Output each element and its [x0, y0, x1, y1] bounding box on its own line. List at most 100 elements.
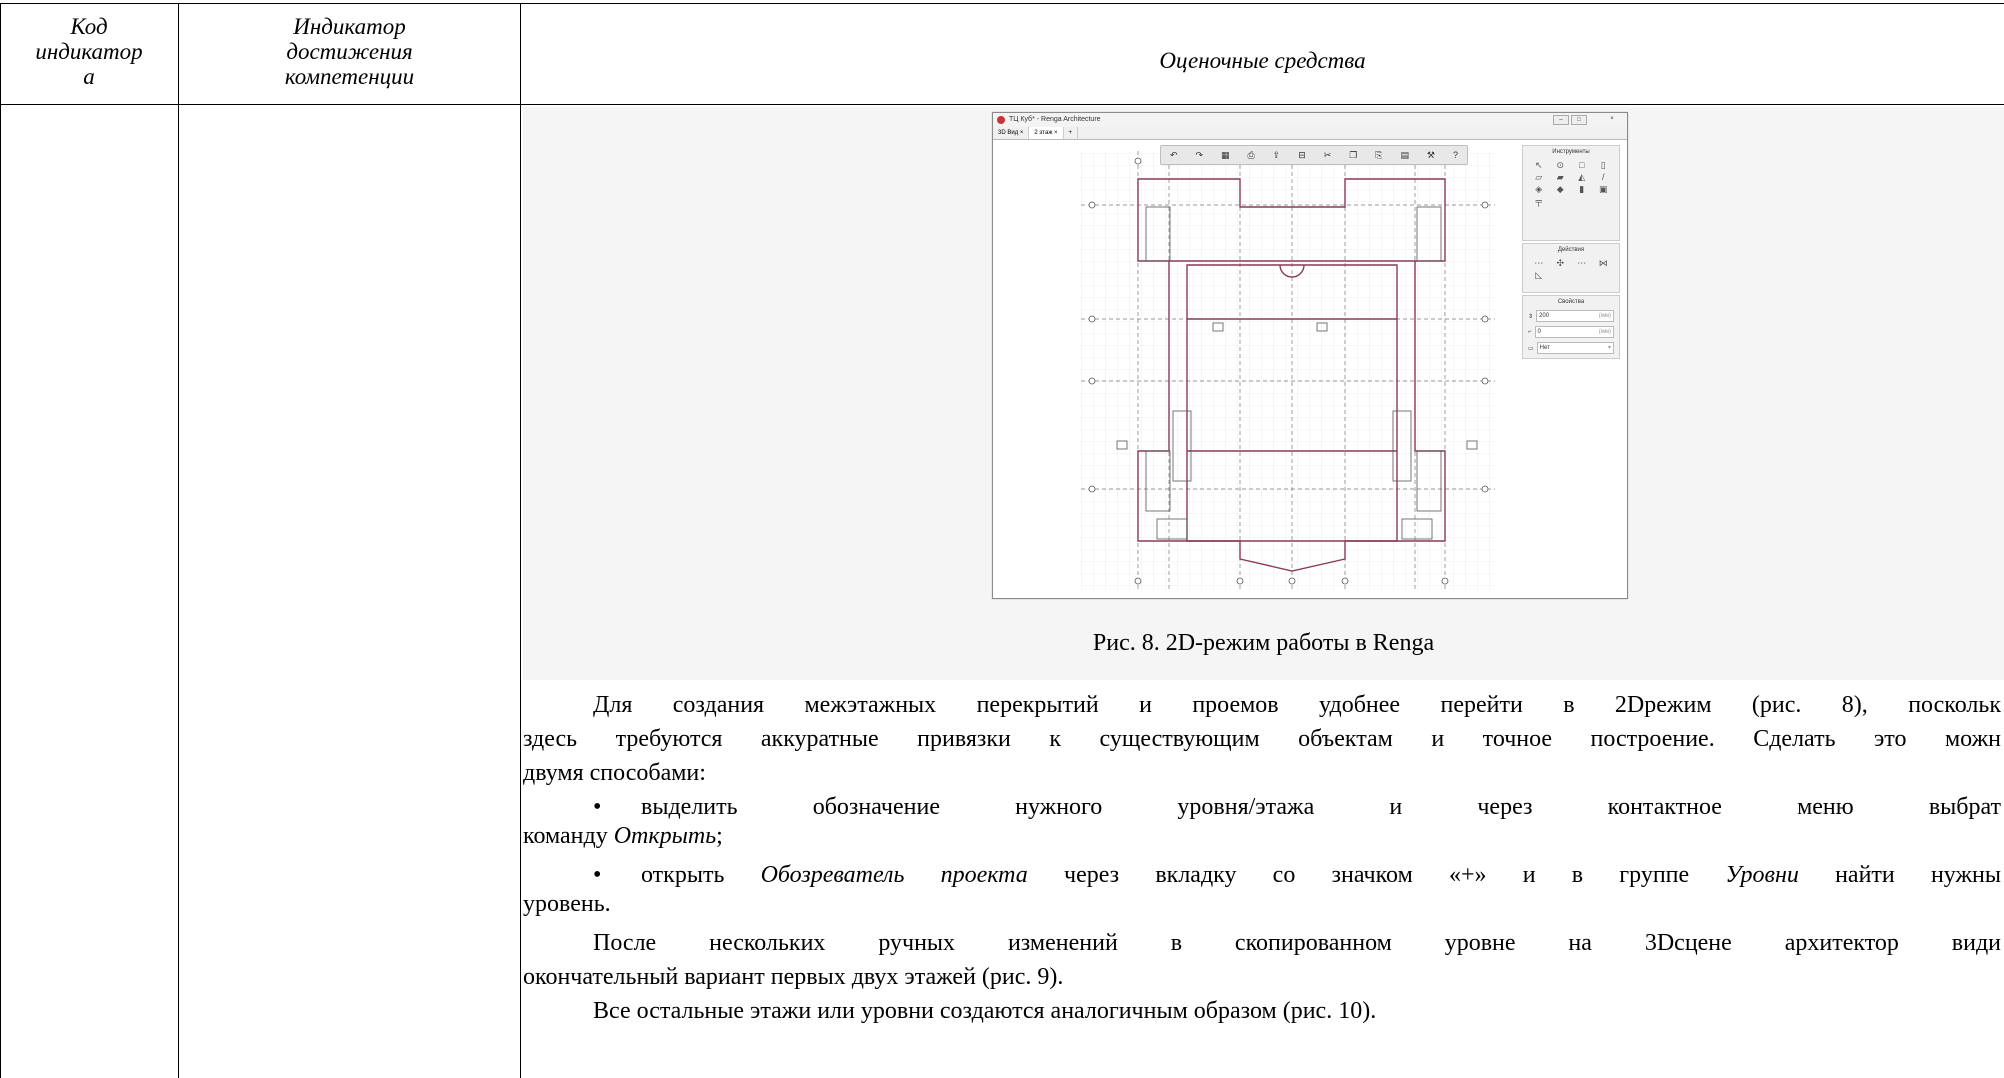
paragraph-line: После нескольких ручных изменений в скоп…: [593, 930, 2001, 956]
quick-toolbar: ↶ ↷ ▦ ⎙ ⇪ ⊟ ✂ ❐ ⎘ ▤ ⚒ ?: [1160, 145, 1468, 165]
undo-icon: ↶: [1169, 149, 1178, 160]
tab-add: +: [1064, 127, 1079, 139]
list-item-continued: уровень.: [523, 892, 611, 916]
window-title: ТЦ Куб* - Renga Architecture: [1009, 116, 1101, 123]
material-value: Нет: [1539, 345, 1550, 351]
paste-icon: ⎘: [1375, 149, 1383, 160]
list-item-text: открыть: [641, 862, 761, 888]
door-icon: ▮: [1579, 184, 1585, 194]
material-icon: ▭: [1528, 345, 1534, 352]
drawing-canvas: ↶ ↷ ▦ ⎙ ⇪ ⊟ ✂ ❐ ⎘ ▤ ⚒ ? Инструменты ↖ ⊙ …: [997, 141, 1621, 593]
view-icon: ▤: [1400, 149, 1409, 160]
paragraph-line: двумя способами:: [523, 760, 706, 786]
actions-panel-title: Действия: [1557, 247, 1585, 253]
table-left-border: [0, 3, 1, 1078]
chevron-down-icon: ▾: [1607, 345, 1611, 351]
list-item: • выделить обозначение нужного уровня/эта…: [523, 790, 2001, 824]
export-icon: ⇪: [1272, 149, 1281, 160]
header-indicator-line: достижения: [286, 39, 413, 64]
select-icon: ↖: [1534, 160, 1543, 170]
figure-caption: Рис. 8. 2D-режим работы в Renga: [1092, 630, 1435, 656]
header-code-line: Код: [70, 14, 108, 39]
redo-icon: ↷: [1195, 149, 1204, 160]
header-assessment: Оценочные средства: [1159, 48, 1366, 73]
tab-floor-2: 2 этаж ×: [1029, 127, 1064, 139]
slab-icon: ▰: [1556, 172, 1564, 182]
list-item-text: выделить обозначение нужного уровня/этаж…: [641, 794, 2001, 820]
wrench-icon: ⚒: [1426, 149, 1435, 160]
table-header-border: [0, 104, 2004, 105]
wall-icon: ▱: [1535, 172, 1543, 182]
copy-array-icon: ⋯: [1577, 258, 1587, 268]
properties-panel: Свойства ⇕ 200 (мм) ⌐ 0 (мм) ▭ Нет ▾: [1522, 295, 1620, 359]
offset-field: 0 (мм): [1534, 326, 1614, 338]
header-code: Код индикатор а: [0, 14, 178, 89]
point-icon: ⊙: [1556, 160, 1565, 170]
list-item-continued: команду Открыть;: [523, 824, 2001, 848]
actions-grid: ⋯ ✣ ⋯ ⋈ ◺: [1523, 256, 1619, 282]
minimize-icon: –: [1553, 115, 1569, 125]
offset-unit: (мм): [1598, 329, 1611, 335]
header-indicator-line: компетенции: [284, 64, 415, 89]
bullet-icon: •: [593, 794, 602, 820]
window-icon: ▣: [1598, 184, 1608, 194]
paragraph-line: здесь требуются аккуратные привязки к су…: [523, 726, 2001, 752]
tools-grid: ↖ ⊙ □ ▯ ▱ ▰ ◭ / ◈ ◆ ▮ ▣ ╤: [1523, 158, 1619, 208]
column-icon: ▯: [1600, 160, 1606, 170]
height-field: 200 (мм): [1536, 310, 1614, 322]
cut-icon: ✂: [1323, 149, 1332, 160]
term: Уровни: [1725, 862, 1799, 888]
table-col-divider-2: [520, 3, 521, 1078]
property-row: ⌐ 0 (мм): [1523, 324, 1619, 340]
roof-icon: ◭: [1578, 172, 1586, 182]
height-icon: ⇕: [1528, 313, 1534, 320]
term: Обозреватель проекта: [760, 862, 1028, 888]
height-unit: (мм): [1598, 313, 1611, 319]
close-icon: ×: [1610, 116, 1614, 122]
ramp-icon: ◆: [1556, 184, 1564, 194]
tab-3d: 3D Вид ×: [993, 127, 1030, 139]
mirror-icon: ⋈: [1598, 258, 1608, 268]
move-icon: ⋯: [1534, 258, 1544, 268]
properties-panel-title: Свойства: [1557, 299, 1585, 305]
offset-value: 0: [1537, 329, 1541, 335]
paragraph-line: окончательный вариант первых двух этажей…: [523, 964, 1064, 990]
printer-icon: ⊟: [1298, 149, 1306, 160]
offset-icon: ⌐: [1528, 329, 1532, 335]
maximize-icon: □: [1571, 115, 1587, 125]
window-titlebar: ТЦ Куб* - Renga Architecture – □ ×: [993, 113, 1627, 127]
header-indicator-line: Индикатор: [293, 14, 406, 39]
print-icon: ⎙: [1247, 149, 1255, 160]
paragraph-line: Для создания межэтажных перекрытий и про…: [593, 692, 2001, 718]
body-text: Для создания межэтажных перекрытий и про…: [523, 688, 2001, 1028]
list-item-text: команду: [523, 824, 614, 848]
renga-screenshot: ТЦ Куб* - Renga Architecture – □ × 3D Ви…: [992, 112, 1628, 599]
stair-icon: ◈: [1535, 184, 1543, 194]
command-name: Открыть: [613, 824, 717, 848]
table-col-divider-1: [178, 3, 179, 1078]
header-indicator: Индикатор достижения компетенции: [179, 14, 520, 89]
list-item-text: найти нужны: [1798, 862, 2001, 888]
help-icon: ?: [1452, 150, 1458, 160]
cut-shape-icon: ◺: [1535, 270, 1543, 280]
bullet-icon: •: [593, 862, 602, 888]
header-code-line: индикатор: [35, 39, 143, 64]
list-item-text: через вкладку со значком «+» и в группе: [1027, 862, 1726, 888]
grid-icon: ▦: [1221, 149, 1230, 160]
rotate-icon: ✣: [1556, 258, 1565, 268]
material-select: Нет ▾: [1536, 342, 1614, 354]
property-row: ⇕ 200 (мм): [1523, 308, 1619, 324]
height-value: 200: [1539, 313, 1550, 319]
view-tabs: 3D Вид × 2 этаж × +: [993, 127, 1627, 140]
renga-logo-icon: [997, 116, 1005, 124]
railing-icon: ╤: [1535, 196, 1542, 206]
paragraph-line: Все остальные этажи или уровни создаются…: [593, 998, 1377, 1024]
copy-icon: ❐: [1349, 149, 1358, 160]
list-item-text: ;: [716, 824, 723, 848]
tools-panel: Инструменты ↖ ⊙ □ ▯ ▱ ▰ ◭ / ◈ ◆ ▮ ▣ ╤: [1522, 145, 1620, 241]
beam-icon: /: [1601, 172, 1605, 182]
actions-panel: Действия ⋯ ✣ ⋯ ⋈ ◺: [1522, 243, 1620, 293]
rectangle-icon: □: [1579, 160, 1585, 170]
tools-panel-title: Инструменты: [1552, 149, 1590, 155]
header-code-line: а: [83, 64, 95, 89]
